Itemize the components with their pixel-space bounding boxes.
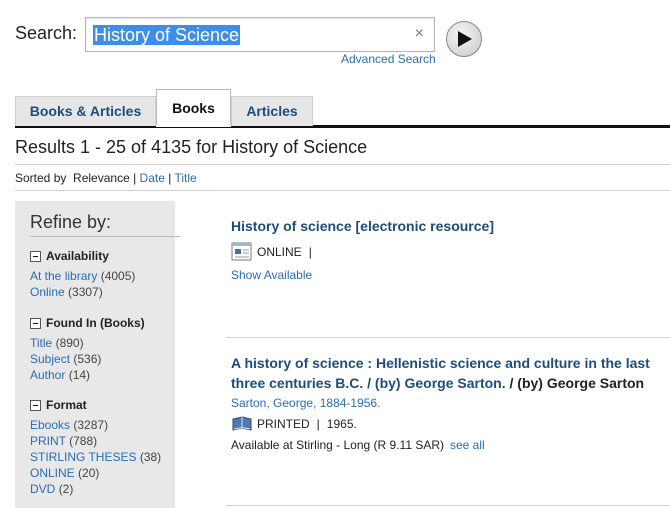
facet-link-online[interactable]: Online (30, 285, 65, 299)
play-icon (458, 31, 472, 47)
availability-text: Available at Stirling - Long (R 9.11 SAR… (231, 438, 444, 452)
printed-book-icon (232, 416, 252, 431)
divider (226, 337, 670, 338)
facet-count: (788) (69, 434, 98, 448)
facet-link-online-format[interactable]: ONLINE (30, 466, 75, 480)
see-all-link[interactable]: see all (450, 438, 485, 452)
facet-item: Author (14) (30, 367, 145, 383)
show-available-link[interactable]: Show Available (231, 268, 494, 282)
result-record: A history of science : Hellenistic scien… (231, 353, 666, 452)
sort-current: Relevance (73, 171, 130, 185)
facet-heading: Availability (46, 249, 109, 263)
search-selected-text[interactable]: History of Science (93, 25, 241, 45)
tab-books-articles[interactable]: Books & Articles (15, 96, 156, 126)
facet-count: (14) (68, 368, 91, 382)
facet-item: Subject (536) (30, 351, 145, 367)
sort-title-link[interactable]: Title (174, 171, 196, 185)
facet-count: (890) (55, 336, 84, 350)
facet-availability: Availability At the library (4005) Onlin… (30, 249, 135, 300)
facet-item: At the library (4005) (30, 268, 135, 284)
facet-link-print[interactable]: PRINT (30, 434, 66, 448)
facet-link-subject[interactable]: Subject (30, 352, 70, 366)
divider (226, 505, 670, 506)
format-label: PRINTED (257, 417, 310, 431)
facet-count: (2) (58, 482, 74, 496)
record-format: PRINTED | 1965. (231, 416, 666, 432)
facet-found-in: Found In (Books) Title (890) Subject (53… (30, 316, 145, 383)
search-input[interactable]: History of Science × (85, 17, 435, 52)
collapse-minus-icon[interactable] (30, 251, 41, 262)
facet-format: Format Ebooks (3287) PRINT (788) STIRLIN… (30, 398, 161, 497)
facet-count: (20) (78, 466, 100, 480)
facet-heading: Found In (Books) (46, 316, 145, 330)
search-label: Search: (15, 23, 78, 43)
divider (15, 190, 670, 191)
record-title-link[interactable]: A history of science : Hellenistic scien… (231, 353, 666, 393)
facet-count: (4005) (100, 269, 136, 283)
record-availability: Available at Stirling - Long (R 9.11 SAR… (231, 438, 666, 452)
divider (15, 164, 670, 165)
collapse-minus-icon[interactable] (30, 400, 41, 411)
facet-link-ebooks[interactable]: Ebooks (30, 418, 70, 432)
clear-icon[interactable]: × (415, 25, 424, 43)
online-resource-icon (231, 242, 252, 261)
facet-count: (3307) (68, 285, 103, 299)
search-submit-button[interactable] (446, 21, 482, 57)
refine-heading: Refine by: (30, 212, 112, 232)
separator: | (308, 245, 312, 259)
advanced-search-link[interactable]: Advanced Search (341, 52, 436, 66)
facet-count: (536) (73, 352, 102, 366)
refine-panel: Refine by: Availability At the library (… (15, 201, 180, 508)
sort-bar: Sorted by Relevance | Date | Title (15, 171, 197, 185)
record-title-responsibility: / (by) George Sarton (509, 375, 645, 391)
facet-item: ONLINE (20) (30, 465, 161, 481)
facet-item: Title (890) (30, 335, 145, 351)
facet-link-stirling-theses[interactable]: STIRLING THESES (30, 450, 136, 464)
separator: | (316, 417, 320, 431)
sort-label: Sorted by (15, 171, 67, 185)
facet-link-title[interactable]: Title (30, 336, 52, 350)
facet-count: (3287) (73, 418, 109, 432)
tab-books[interactable]: Books (156, 89, 231, 127)
facet-item: Online (3307) (30, 284, 135, 300)
facet-link-dvd[interactable]: DVD (30, 482, 55, 496)
facet-link-at-the-library[interactable]: At the library (30, 269, 97, 283)
sort-date-link[interactable]: Date (140, 171, 165, 185)
result-tabs: Books & Articles Books Articles (15, 89, 670, 128)
collapse-minus-icon[interactable] (30, 318, 41, 329)
record-title-link[interactable]: History of science [electronic resource] (231, 216, 494, 236)
result-record: History of science [electronic resource]… (231, 216, 494, 282)
results-summary: Results 1 - 25 of 4135 for History of Sc… (15, 137, 368, 157)
record-format: ONLINE | (231, 242, 494, 262)
record-author-link[interactable]: Sarton, George, 1884-1956. (231, 396, 666, 410)
facet-count: (38) (139, 450, 162, 464)
facet-item: DVD (2) (30, 481, 161, 497)
search-input-value[interactable]: History of Science (93, 25, 241, 45)
facet-item: Ebooks (3287) (30, 417, 161, 433)
facet-heading: Format (46, 398, 87, 412)
facet-item: PRINT (788) (30, 433, 161, 449)
facet-link-author[interactable]: Author (30, 368, 65, 382)
facet-item: STIRLING THESES (38) (30, 449, 161, 465)
record-year: 1965. (326, 417, 357, 431)
tab-articles[interactable]: Articles (231, 96, 313, 126)
divider (30, 236, 180, 237)
format-label: ONLINE (257, 245, 302, 259)
